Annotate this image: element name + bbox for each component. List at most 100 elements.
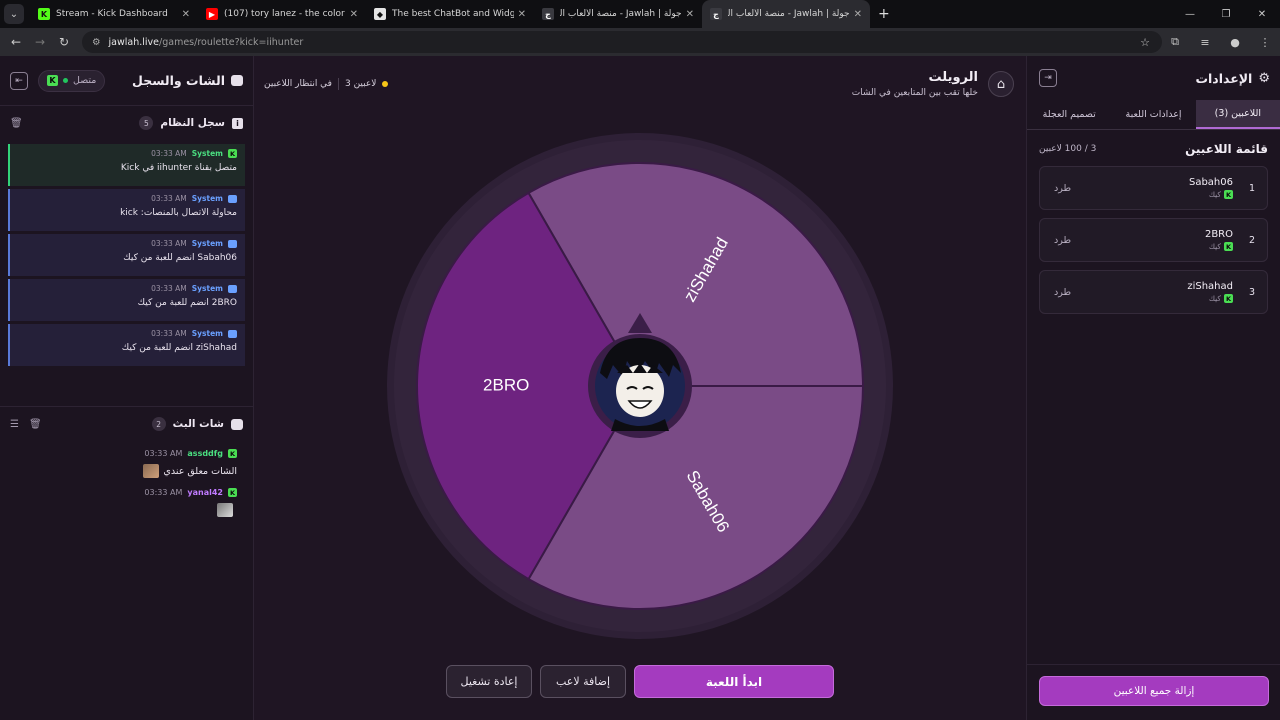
back-icon[interactable]: ←: [4, 35, 28, 49]
restore-icon[interactable]: ❐: [1208, 9, 1244, 20]
info-icon: i: [232, 117, 243, 129]
gear-icon: ⚙: [1258, 70, 1270, 86]
kick-player-button[interactable]: طرد: [1054, 183, 1071, 194]
minimize-icon[interactable]: —: [1172, 9, 1208, 20]
browser-tab[interactable]: ج جولة | Jawlah - منصة الألعاب التفاعلية…: [534, 0, 702, 28]
browser-tab[interactable]: ▶ (107) tory lanez - the color violet ✕: [198, 0, 366, 28]
player-list: 1 Sabah06 K كيك طرد 2 2BRO K كيك طرد 3 ziS…: [1027, 166, 1280, 314]
kick-icon: K: [38, 8, 50, 20]
forward-icon[interactable]: →: [28, 35, 52, 49]
chat-message: Kyanal42 03:33 AM: [0, 478, 253, 517]
url-input[interactable]: ⚙ jawlah.live/games/roulette?kick=iihunt…: [82, 31, 1162, 53]
message-icon: [228, 329, 237, 338]
browser-tab-active[interactable]: ج جولة | Jawlah - منصة الألعاب التفاعلية…: [702, 0, 870, 28]
player-card: 1 Sabah06 K كيك طرد: [1039, 166, 1268, 210]
collapse-panel-icon[interactable]: ⇤: [10, 71, 28, 90]
settings-tabs: اللاعبين (3) إعدادات اللعبة تصميم العجلة: [1027, 100, 1280, 130]
emote-image: [143, 464, 160, 478]
chat-filter-icon[interactable]: ☰: [10, 419, 19, 430]
remove-all-players-button[interactable]: إزالة جميع اللاعبين: [1039, 676, 1269, 706]
close-tab-icon[interactable]: ✕: [518, 9, 526, 20]
address-bar: ← → ↻ ⚙ jawlah.live/games/roulette?kick=…: [0, 28, 1280, 56]
kick-player-button[interactable]: طرد: [1054, 235, 1071, 246]
log-item: K System 03:33 AM متصل بقناة iihunter في K…: [8, 144, 245, 186]
log-item: System 03:33 AM Sabah06 انضم للعبة من كيك: [8, 234, 245, 276]
page-subtitle: خلها تقب بين المتابعين في الشات: [851, 88, 978, 98]
add-player-button[interactable]: إضافة لاعب: [540, 665, 626, 698]
browser-tab[interactable]: K Stream - Kick Dashboard ✕: [30, 0, 198, 28]
close-tab-icon[interactable]: ✕: [686, 9, 694, 20]
close-window-icon[interactable]: ✕: [1244, 9, 1280, 20]
chat-log-panel: ⇤ K متصل الشات والسجل 🗑 5 سجل النظام i K…: [0, 56, 254, 720]
browser-menu-icon[interactable]: ⋮: [1250, 36, 1280, 49]
tab-players[interactable]: اللاعبين (3): [1195, 100, 1280, 129]
message-icon: [228, 239, 237, 248]
youtube-icon: ▶: [206, 8, 218, 20]
kick-player-button[interactable]: طرد: [1054, 287, 1071, 298]
kick-icon: K: [1224, 242, 1233, 251]
divider: [1027, 664, 1280, 665]
player-card: 2 2BRO K كيك طرد: [1039, 218, 1268, 262]
status-dot-icon: [382, 81, 389, 87]
player-card: 3 ziShahad K كيك طرد: [1039, 270, 1268, 314]
online-dot-icon: [63, 78, 68, 83]
browser-tab[interactable]: ◆ The best ChatBot and Widgets ✕: [366, 0, 534, 28]
close-tab-icon[interactable]: ✕: [182, 9, 190, 20]
profile-avatar-icon[interactable]: ●: [1220, 36, 1250, 49]
wheel-svg: ziShahadSabah062BRO: [387, 133, 893, 639]
log-item: System 03:33 AM محاولة الاتصال بالمنصات: …: [8, 189, 245, 231]
message-icon: [228, 194, 237, 203]
kick-icon: K: [47, 75, 58, 86]
clear-chat-trash-icon[interactable]: 🗑: [29, 419, 42, 430]
jawlah-icon: ج: [542, 8, 554, 20]
clear-log-trash-icon[interactable]: 🗑: [10, 118, 23, 129]
stream-chat-count: 2: [151, 417, 166, 431]
roulette-wheel[interactable]: ziShahad Sabah06 2BRO: [387, 133, 893, 639]
wheel-segment-label: 2BRO: [483, 375, 529, 394]
chat-message: Kassddfg 03:33 AM الشات معلق عندي: [143, 449, 237, 478]
home-icon[interactable]: ⌂: [988, 71, 1014, 97]
kick-icon: K: [1224, 190, 1233, 199]
restart-button[interactable]: إعادة تشغيل: [446, 665, 532, 698]
game-area: في انتظار اللاعبين 3 لاعبين ⌂ الرويلت خل…: [254, 56, 1026, 720]
game-controls: إعادة تشغيل إضافة لاعب ابدأ اللعبة: [254, 665, 1026, 698]
message-icon: [228, 284, 237, 293]
chat-panel-header: ⇤ K متصل الشات والسجل: [0, 56, 253, 106]
log-item: System 03:33 AM ziShahad انضم للعبة من كي…: [8, 324, 245, 366]
chat-bubble-icon: [231, 75, 243, 86]
kick-icon: K: [1224, 294, 1233, 303]
game-status: في انتظار اللاعبين 3 لاعبين: [264, 78, 389, 90]
close-tab-icon[interactable]: ✕: [350, 9, 358, 20]
player-list-header: قائمة اللاعبين 3 / 100 لاعبين: [1039, 142, 1268, 156]
system-log-list: K System 03:33 AM متصل بقناة iihunter في K…: [0, 144, 253, 366]
log-item: System 03:33 AM 2BRO انضم للعبة من كيك: [8, 279, 245, 321]
chat-panel-title: الشات والسجل: [132, 73, 243, 88]
system-log-count: 5: [139, 116, 154, 130]
start-game-button[interactable]: ابدأ اللعبة: [634, 665, 834, 698]
window-controls: — ❐ ✕: [1172, 0, 1280, 28]
tab-search-button[interactable]: ⌄: [4, 4, 24, 24]
site-info-icon[interactable]: ⚙: [92, 37, 101, 48]
page-title: الرويلت: [928, 70, 978, 85]
settings-header: ⇥ الإعدادات ⚙: [1027, 56, 1280, 100]
tab-wheel-design[interactable]: تصميم العجلة: [1027, 100, 1111, 129]
kick-icon: K: [228, 449, 237, 458]
chat-bubble-icon: [231, 418, 243, 430]
divider: [0, 406, 253, 407]
reload-icon[interactable]: ↻: [52, 35, 76, 49]
tab-game-settings[interactable]: إعدادات اللعبة: [1111, 100, 1195, 129]
chatbot-icon: ◆: [374, 8, 386, 20]
kick-icon: K: [228, 488, 237, 497]
bookmark-star-icon[interactable]: ☆: [1130, 36, 1160, 49]
stream-chat-header: ☰ 🗑 2 شات البث: [0, 409, 253, 439]
settings-panel: ⇥ الإعدادات ⚙ اللاعبين (3) إعدادات اللعب…: [1026, 56, 1280, 720]
extensions-icon[interactable]: ⧉: [1160, 35, 1190, 49]
jawlah-icon: ج: [710, 8, 722, 20]
divider: [337, 78, 339, 90]
new-tab-button[interactable]: +: [878, 6, 890, 22]
player-count: 3 / 100 لاعبين: [1039, 144, 1097, 154]
media-control-icon[interactable]: ≡: [1190, 36, 1220, 49]
close-tab-icon[interactable]: ✕: [854, 9, 862, 20]
emote-image: [217, 503, 233, 517]
collapse-settings-icon[interactable]: ⇥: [1039, 69, 1057, 87]
